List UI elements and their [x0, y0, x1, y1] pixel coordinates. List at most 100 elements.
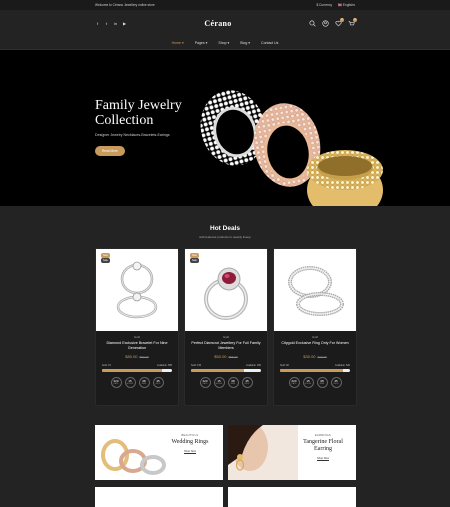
timer-hours: 15 HOURS	[213, 377, 225, 388]
twitter-icon[interactable]: t	[104, 21, 109, 26]
facebook-icon[interactable]: f	[95, 21, 100, 26]
current-price: $30.00	[303, 354, 316, 359]
linkedin-icon[interactable]: in	[113, 21, 118, 26]
available-count: Available: 520	[335, 364, 350, 367]
bottom-banner-left[interactable]	[95, 487, 223, 507]
stock-progress-fill	[191, 369, 244, 372]
product-image[interactable]: New Sale	[96, 249, 178, 331]
timer-secs: 45 SECS	[330, 377, 342, 388]
product-price: $50.00 $56.00	[185, 354, 267, 359]
product-card[interactable]: New Sale Gold Perfect Diamond Jewellery …	[184, 248, 268, 406]
youtube-icon[interactable]: ▶	[122, 21, 127, 26]
sold-count: Sold: 15	[102, 364, 111, 367]
old-price: $90.00	[139, 355, 149, 359]
timer-days: 220 DAYS	[288, 377, 300, 388]
earring-banner[interactable]: EARRINGS Tangerine Floral Earring Shop N…	[228, 425, 356, 480]
old-price: $56.00	[228, 355, 238, 359]
hero-banner: Family Jewelry Collection Designer Jewel…	[0, 50, 450, 220]
site-logo[interactable]: Cérano	[204, 19, 231, 28]
current-price: $80.00	[125, 354, 138, 359]
shop-now-link[interactable]: Shop Now	[166, 450, 214, 453]
countdown-timer: 220 DAYS 15 HOURS 08 MINS 45 SECS	[96, 377, 178, 388]
currency-selector[interactable]: $ Currency	[316, 3, 332, 7]
timer-mins: 08 MINS	[316, 377, 328, 388]
banner-title: Tangerine Floral Earring	[303, 439, 343, 452]
read-more-button[interactable]: Read More	[95, 146, 125, 156]
old-price: $40.00	[317, 355, 327, 359]
available-count: Available: 585	[157, 364, 172, 367]
product-card[interactable]: New Sale Gold Diamond Exclusive Bracelet…	[95, 248, 179, 406]
product-price: $80.00 $90.00	[96, 354, 178, 359]
timer-hours: 15 HOURS	[302, 377, 314, 388]
stock-progress-fill	[280, 369, 343, 372]
product-category: Gold	[223, 335, 229, 339]
timer-label: DAYS	[202, 382, 208, 385]
bottom-banner-right[interactable]	[228, 487, 356, 507]
countdown-timer: 220 DAYS 15 HOURS 08 MINS 45 SECS	[274, 377, 356, 388]
stock-info: Sold: 150 Available: 250	[191, 364, 261, 367]
language-label: English	[342, 3, 354, 7]
sale-tag: Sale	[190, 258, 199, 263]
stock-info: Sold: 90 Available: 520	[280, 364, 350, 367]
top-bar: Welcome to Cérano Jewellery online store…	[0, 0, 450, 10]
nav-item-contact[interactable]: Contact Us	[261, 41, 278, 45]
account-icon[interactable]	[322, 19, 329, 27]
banner-kicker: BEAUTIFUL	[181, 434, 199, 437]
timer-hours: 15 HOURS	[124, 377, 136, 388]
timer-label: SECS	[244, 382, 250, 385]
nav-blog-label: Blog	[240, 40, 248, 45]
product-card[interactable]: Gold Citygold Exclusive Ring Only For Wo…	[273, 248, 357, 406]
timer-secs: 45 SECS	[241, 377, 253, 388]
hot-deals-subtitle: Add featured products to weekly lineup	[199, 235, 251, 239]
timer-label: SECS	[155, 382, 161, 385]
nav-home-label: Home	[171, 40, 181, 45]
product-name[interactable]: Diamond Exclusive Bracelet For Nine Gene…	[102, 341, 172, 351]
product-name[interactable]: Citygold Exclusive Ring Only For Women	[280, 341, 350, 351]
product-cards: New Sale Gold Diamond Exclusive Bracelet…	[95, 248, 357, 406]
timer-secs: 45 SECS	[152, 377, 164, 388]
wedding-rings-banner[interactable]: BEAUTIFUL Wedding Rings Shop Now	[95, 425, 223, 480]
search-icon[interactable]	[309, 19, 316, 27]
nav-item-shop[interactable]: Shop ▾	[218, 41, 229, 45]
timer-mins: 08 MINS	[227, 377, 239, 388]
stock-progress-fill	[102, 369, 162, 372]
timer-label: DAYS	[291, 382, 297, 385]
site-header: f t in ▶ Cérano 0 0	[0, 10, 450, 36]
nav-item-blog[interactable]: Blog ▾	[240, 41, 250, 45]
language-selector[interactable]: 🇬🇧 English▾	[338, 3, 355, 7]
stock-info: Sold: 15 Available: 585	[102, 364, 172, 367]
band-rings-image	[288, 266, 344, 316]
nav-item-home[interactable]: Home ▾	[172, 41, 184, 45]
social-links: f t in ▶	[95, 21, 127, 26]
product-category: Gold	[134, 335, 140, 339]
wishlist-icon[interactable]: 0	[335, 17, 344, 27]
product-image[interactable]: New Sale	[185, 249, 267, 331]
timer-mins: 08 MINS	[138, 377, 150, 388]
timer-label: MINS	[141, 382, 147, 385]
hot-deals-title: Hot Deals	[210, 225, 240, 232]
nav-item-pages[interactable]: Pages ▾	[195, 41, 208, 45]
timer-label: HOURS	[215, 382, 223, 385]
welcome-text: Welcome to Cérano Jewellery online store	[95, 3, 155, 7]
banner-title: Wedding Rings	[171, 439, 209, 445]
nav-pages-label: Pages	[194, 40, 205, 45]
timer-label: HOURS	[304, 382, 312, 385]
timer-label: DAYS	[113, 382, 119, 385]
current-price: $50.00	[214, 354, 227, 359]
timer-days: 220 DAYS	[199, 377, 211, 388]
sold-count: Sold: 90	[280, 364, 289, 367]
main-nav: Home ▾ Pages ▾ Shop ▾ Blog ▾ Contact Us	[0, 36, 450, 50]
cart-icon[interactable]: 0	[348, 17, 357, 27]
timer-label: HOURS	[126, 382, 134, 385]
hero-title: Family Jewelry Collection	[95, 98, 182, 128]
timer-label: MINS	[319, 382, 325, 385]
product-name[interactable]: Perfect Diamond Jewellery For Full Famil…	[191, 341, 261, 351]
timer-label: SECS	[333, 382, 339, 385]
product-image[interactable]	[274, 249, 356, 331]
sale-tag: Sale	[101, 258, 110, 263]
wishlist-count-badge: 0	[339, 17, 344, 22]
timer-label: MINS	[230, 382, 236, 385]
stock-progress-bar	[102, 369, 172, 372]
model-earring-image	[228, 425, 298, 480]
shop-now-link[interactable]: Shop Now	[299, 457, 347, 460]
